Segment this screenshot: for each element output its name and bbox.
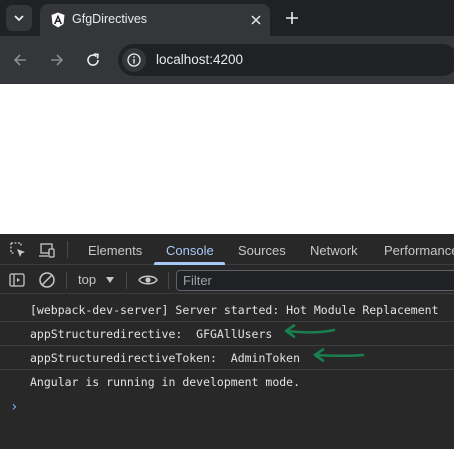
toolbar-divider <box>67 241 68 258</box>
forward-button[interactable] <box>45 48 69 72</box>
active-tab-indicator <box>154 262 225 265</box>
device-toolbar-button[interactable] <box>37 240 57 260</box>
toolbar-divider <box>126 272 127 289</box>
console-message: [webpack-dev-server] Server started: Hot… <box>0 298 454 322</box>
browser-tab[interactable]: GfgDirectives <box>40 4 270 36</box>
block-icon <box>39 272 55 288</box>
console-toolbar: top <box>0 266 454 294</box>
tab-close-button[interactable] <box>246 10 266 30</box>
reload-button[interactable] <box>81 48 105 72</box>
tab-sources[interactable]: Sources <box>238 243 286 258</box>
device-icon <box>39 243 55 258</box>
arrow-right-icon <box>51 54 64 66</box>
console-message: Angular is running in development mode. <box>0 370 454 394</box>
console-prompt[interactable]: › <box>10 399 18 415</box>
reload-icon <box>87 53 99 66</box>
tab-console[interactable]: Console <box>166 243 214 258</box>
close-icon <box>251 15 261 25</box>
toggle-sidebar-button[interactable] <box>7 270 27 290</box>
back-button[interactable] <box>8 48 32 72</box>
eye-icon <box>138 275 158 285</box>
browser-toolbar: localhost:4200 <box>0 36 454 84</box>
tab-elements[interactable]: Elements <box>88 243 142 258</box>
tab-network[interactable]: Network <box>310 243 358 258</box>
filter-input[interactable] <box>176 270 454 291</box>
toolbar-divider <box>168 272 169 289</box>
console-output: [webpack-dev-server] Server started: Hot… <box>0 295 454 449</box>
dropdown-arrow-icon <box>106 277 114 283</box>
info-icon <box>127 53 141 67</box>
context-selector[interactable]: top <box>78 272 96 287</box>
annotation-arrow-icon <box>313 348 365 362</box>
angular-logo-icon <box>51 12 65 28</box>
inspect-element-button[interactable] <box>8 240 28 260</box>
console-message: appStructuredirectiveToken: AdminToken <box>0 346 454 370</box>
address-bar[interactable]: localhost:4200 <box>118 44 454 76</box>
chevron-down-icon <box>14 15 24 22</box>
console-message-text: appStructuredirective: GFGAllUsers <box>30 327 273 341</box>
clear-console-button[interactable] <box>37 270 57 290</box>
arrow-left-icon <box>13 54 26 66</box>
devtools-tab-bar: Elements Console Sources Network Perform… <box>0 234 454 265</box>
new-tab-button[interactable] <box>280 6 304 30</box>
console-message-text: [webpack-dev-server] Server started: Hot… <box>30 303 439 317</box>
site-info-button[interactable] <box>122 48 146 72</box>
console-message: appStructuredirective: GFGAllUsers <box>0 322 454 346</box>
inspect-icon <box>10 242 25 257</box>
page-viewport <box>0 84 454 234</box>
plus-icon <box>286 12 298 24</box>
live-expression-button[interactable] <box>136 270 160 290</box>
tab-search-button[interactable] <box>6 5 32 31</box>
devtools-panel: Elements Console Sources Network Perform… <box>0 234 454 449</box>
tab-performance[interactable]: Performance <box>384 243 454 258</box>
tab-title: GfgDirectives <box>72 12 148 26</box>
toolbar-divider <box>66 272 67 289</box>
console-message-text: Angular is running in development mode. <box>30 375 301 389</box>
tab-strip: GfgDirectives <box>0 0 454 36</box>
url-text: localhost:4200 <box>156 52 244 67</box>
annotation-arrow-icon <box>284 324 336 338</box>
sidebar-icon <box>9 273 25 287</box>
console-message-text: appStructuredirectiveToken: AdminToken <box>30 351 301 365</box>
